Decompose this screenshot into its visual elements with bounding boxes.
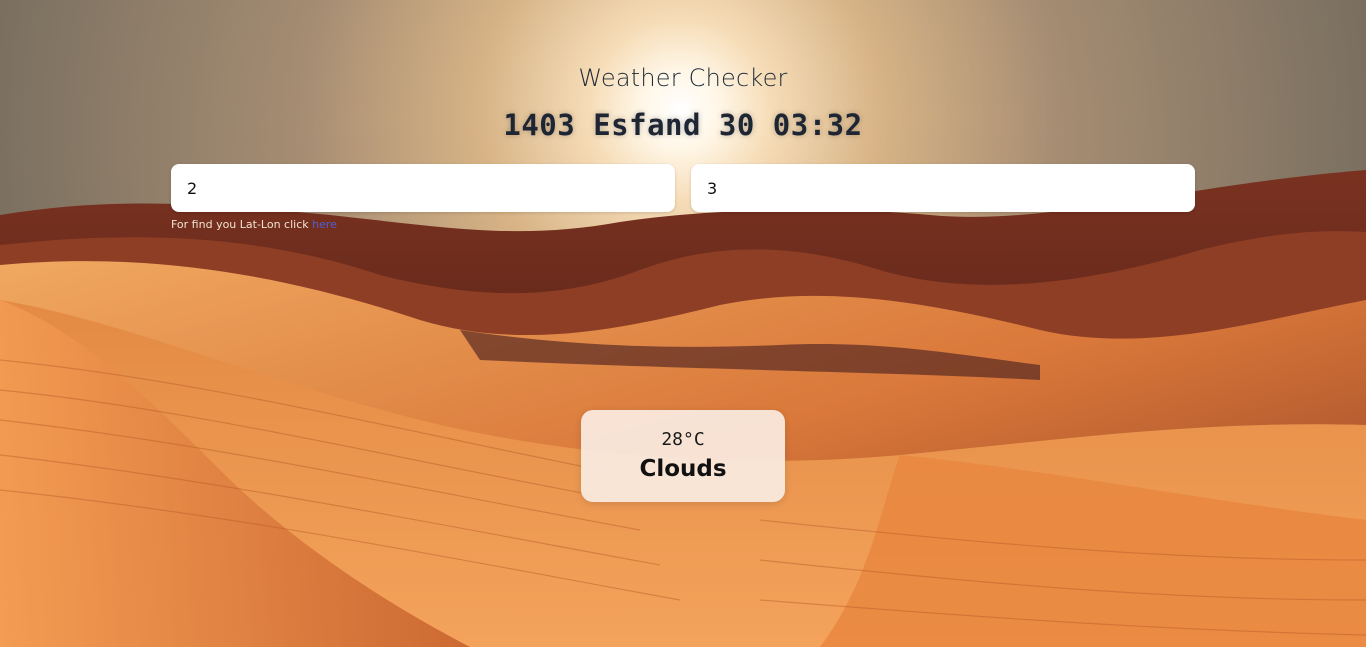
coordinate-inputs xyxy=(171,164,1195,212)
temperature-value: 28°C xyxy=(661,429,705,450)
longitude-input[interactable] xyxy=(691,164,1195,212)
latitude-input[interactable] xyxy=(171,164,675,212)
weather-app: Weather Checker 1403 Esfand 30 03:32 For… xyxy=(0,0,1366,647)
weather-condition: Clouds xyxy=(639,456,727,482)
weather-result-card: 28°C Clouds xyxy=(581,410,785,502)
date-time-display: 1403 Esfand 30 03:32 xyxy=(503,108,863,142)
latlon-hint: For find you Lat-Lon click here xyxy=(171,218,337,231)
hint-text: For find you Lat-Lon click xyxy=(171,218,313,231)
latlon-help-link[interactable]: here xyxy=(312,218,337,231)
page-title: Weather Checker xyxy=(578,64,788,92)
